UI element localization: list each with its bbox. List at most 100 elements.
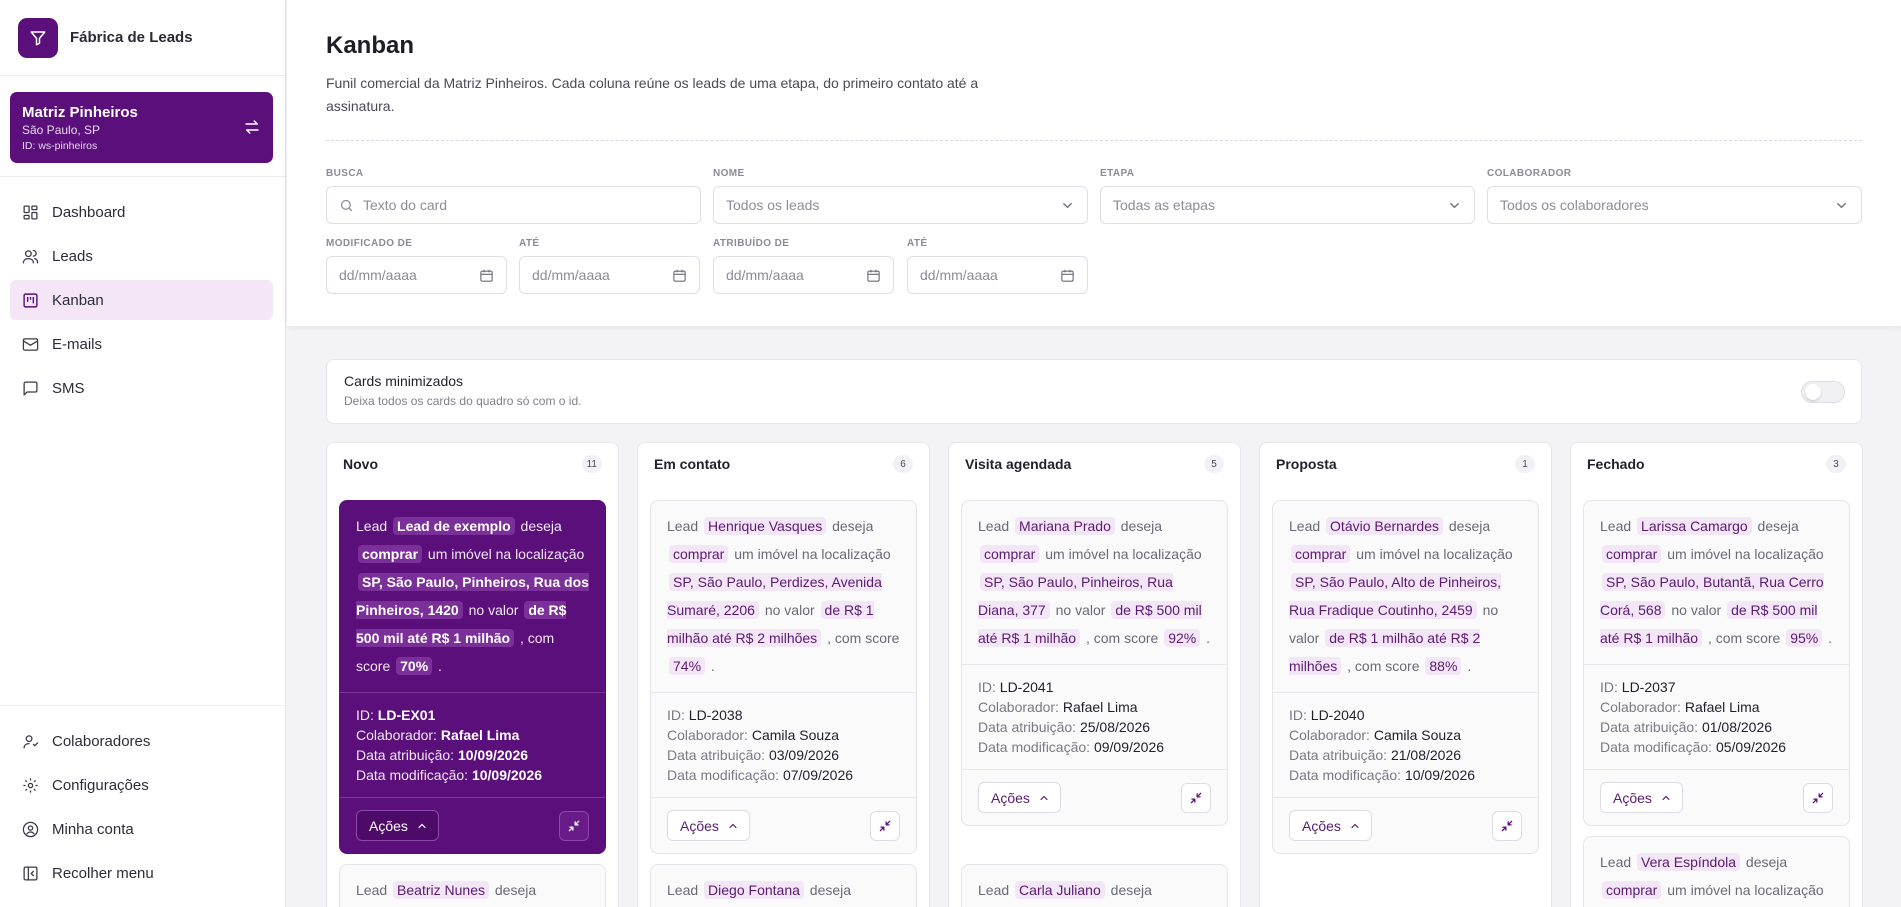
atribuido-ate-date[interactable]: dd/mm/aaaa (907, 256, 1088, 294)
card-text: . (1206, 630, 1211, 646)
nav-label: Colaboradores (52, 732, 151, 750)
workspace-city: São Paulo, SP (22, 123, 101, 137)
collaborators-icon (23, 734, 39, 749)
detail-row: Data modificação: 10/09/2026 (1289, 765, 1522, 785)
calendar-icon[interactable] (866, 268, 881, 283)
nav-item-sms[interactable]: SMS (10, 368, 273, 408)
nav-item-recolher-menu[interactable]: Recolher menu (10, 853, 273, 893)
search-placeholder: Texto do card (363, 197, 448, 213)
lead-card[interactable]: Lead Beatriz Nunes deseja (339, 864, 606, 907)
detail-label: Data modificação: (1289, 767, 1402, 783)
minimize-card-button[interactable] (1181, 782, 1211, 813)
chevron-up-icon (408, 820, 428, 832)
card-description: Lead Larissa Camargo deseja comprar um i… (1584, 501, 1849, 664)
minimized-title: Cards minimizados (344, 373, 464, 389)
minimize-icon (567, 819, 581, 833)
detail-label: Colaborador: (1289, 727, 1370, 743)
card-text: um imóvel na localização (1667, 882, 1824, 898)
detail-label: Colaborador: (1600, 699, 1681, 715)
lead-card[interactable]: Lead Henrique Vasques deseja comprar um … (650, 500, 917, 854)
minimize-card-button[interactable] (559, 810, 589, 841)
switch-icon[interactable] (243, 118, 261, 136)
actions-label: Ações (991, 789, 1030, 806)
card-text: no valor (764, 602, 815, 618)
actions-button[interactable]: Ações (356, 810, 439, 841)
filter-label-atribuido-de: ATRIBUÍDO DE (713, 238, 790, 249)
atribuido-de-date[interactable]: dd/mm/aaaa (713, 256, 894, 294)
lead-card[interactable]: Lead Diego Fontana deseja (650, 864, 917, 907)
minimize-icon (1500, 819, 1514, 833)
minimize-card-button[interactable] (1803, 782, 1833, 813)
card-text: , com score (1707, 630, 1781, 646)
colaborador-select[interactable]: Todos os colaboradores (1487, 186, 1862, 224)
minimized-toggle[interactable] (1801, 381, 1845, 403)
detail-value-modificacao: 07/09/2026 (782, 767, 854, 783)
mail-icon (22, 337, 39, 351)
actions-button[interactable]: Ações (978, 782, 1061, 813)
calendar-icon[interactable] (479, 268, 494, 283)
detail-row: ID: LD-2040 (1289, 705, 1522, 725)
card-text: um imóvel na localização (427, 546, 585, 562)
lead-name: Lead de exemplo (393, 517, 515, 535)
column-count-badge: 6 (893, 455, 913, 473)
detail-row: Data modificação: 05/09/2026 (1600, 737, 1833, 757)
nav-item-dashboard[interactable]: Dashboard (10, 192, 273, 232)
lead-card[interactable]: Lead Mariana Prado deseja comprar um imó… (961, 500, 1228, 826)
actions-button[interactable]: Ações (1289, 810, 1372, 841)
search-input[interactable]: Texto do card (326, 186, 701, 224)
column-count-badge: 5 (1204, 455, 1224, 473)
nav-item-leads[interactable]: Leads (10, 236, 273, 276)
card-text: Lead (667, 882, 699, 898)
nav-label: Configurações (52, 776, 149, 794)
divider (0, 176, 285, 177)
chevron-up-icon (1652, 792, 1672, 804)
card-description: Lead Diego Fontana deseja (651, 865, 916, 907)
minimize-card-button[interactable] (1492, 810, 1522, 841)
card-details: ID: LD-2037 Colaborador: Rafael Lima Data … (1584, 664, 1849, 769)
lead-card[interactable]: Lead Otávio Bernardes deseja comprar um … (1272, 500, 1539, 854)
actions-button[interactable]: Ações (1600, 782, 1683, 813)
workspace-switcher[interactable]: Matriz Pinheiros São Paulo, SP ID: ws-pi… (10, 92, 273, 163)
lead-action: comprar (1291, 545, 1351, 563)
minimize-card-button[interactable] (870, 810, 900, 841)
actions-label: Ações (1613, 789, 1652, 806)
lead-score: 70% (396, 657, 433, 675)
filter-label-busca: BUSCA (326, 168, 364, 179)
modificado-ate-date[interactable]: dd/mm/aaaa (519, 256, 700, 294)
funnel-icon[interactable] (18, 17, 58, 58)
nav-item-kanban[interactable]: Kanban (10, 280, 273, 320)
lead-name: Beatriz Nunes (393, 881, 489, 899)
lead-action: comprar (669, 545, 729, 563)
nav-item-minha-conta[interactable]: Minha conta (10, 809, 273, 849)
detail-row: ID: LD-2038 (667, 705, 900, 725)
card-text: Lead (978, 882, 1010, 898)
column-header: Em contato 6 (638, 443, 929, 485)
card-text: , com score (1085, 630, 1159, 646)
lead-name: Otávio Bernardes (1326, 517, 1443, 535)
detail-row: Data atribuição: 21/08/2026 (1289, 745, 1522, 765)
actions-button[interactable]: Ações (667, 810, 750, 841)
calendar-icon[interactable] (1060, 268, 1075, 283)
lead-card[interactable]: Lead Lead de exemplo deseja comprar um i… (339, 500, 606, 854)
detail-label: Data atribuição: (1289, 747, 1388, 763)
brand-name: Fábrica de Leads (70, 29, 193, 46)
etapa-select[interactable]: Todas as etapas (1100, 186, 1475, 224)
lead-score: 74% (669, 657, 706, 675)
lead-card[interactable]: Lead Vera Espíndola deseja comprar um im… (1583, 836, 1850, 907)
modificado-de-date[interactable]: dd/mm/aaaa (326, 256, 507, 294)
calendar-icon[interactable] (672, 268, 687, 283)
nav-item-configuracoes[interactable]: Configurações (10, 765, 273, 805)
lead-card[interactable]: Lead Larissa Camargo deseja comprar um i… (1583, 500, 1850, 826)
date-placeholder: dd/mm/aaaa (726, 267, 804, 283)
nome-select[interactable]: Todos os leads (713, 186, 1088, 224)
card-text: . (1467, 658, 1472, 674)
nav-item-colaboradores[interactable]: Colaboradores (10, 721, 273, 761)
nav-item-emails[interactable]: E-mails (10, 324, 273, 364)
card-text: um imóvel na localização (1667, 546, 1824, 562)
lead-action: comprar (980, 545, 1040, 563)
nav-label: Minha conta (52, 820, 134, 838)
column-count-badge: 11 (581, 455, 602, 473)
lead-card[interactable]: Lead Carla Juliano deseja (961, 864, 1228, 907)
detail-label: Data atribuição: (356, 747, 455, 763)
nav-label: E-mails (52, 335, 103, 353)
